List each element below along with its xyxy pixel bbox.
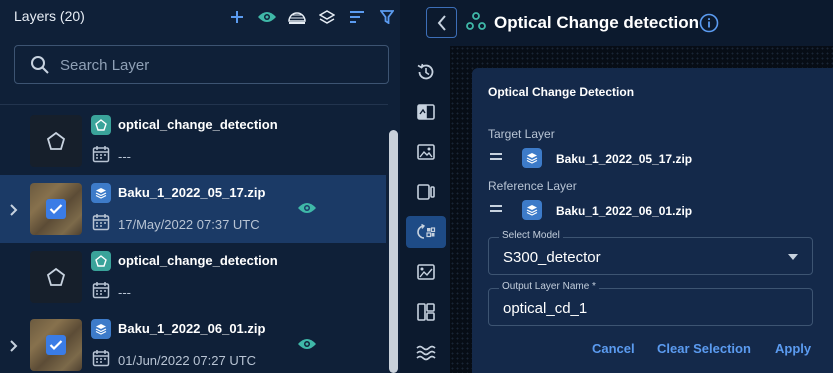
reference-layer-item[interactable]: Baku_1_2022_06_01.zip: [490, 198, 810, 222]
layer-date: 17/May/2022 07:37 UTC: [118, 217, 260, 232]
target-layer-name: Baku_1_2022_05_17.zip: [556, 152, 693, 166]
model-select-label: Select Model: [499, 230, 563, 241]
layout-icon[interactable]: [406, 296, 446, 328]
layers-header: Layers (20): [0, 0, 400, 34]
calendar-icon: [92, 349, 110, 372]
panel-topbar: Optical Change detection: [400, 0, 833, 46]
layers-title: Layers (20): [14, 8, 85, 24]
layer-name: optical_change_detection: [118, 253, 278, 268]
eye-icon[interactable]: [297, 337, 317, 356]
image-settings-icon[interactable]: [406, 256, 446, 288]
search-icon: [30, 55, 50, 80]
layer-row[interactable]: Baku_1_2022_06_01.zip 01/Jun/2022 07:27 …: [0, 311, 386, 373]
model-select-value: S300_detector: [503, 249, 601, 266]
waves-icon[interactable]: [406, 336, 446, 368]
vector-layer-icon: [91, 251, 111, 271]
drag-handle-icon[interactable]: [490, 205, 502, 215]
eye-icon[interactable]: [297, 201, 317, 220]
output-layer-name-field[interactable]: Output Layer Name * optical_cd_1: [488, 281, 813, 326]
chevron-right-icon[interactable]: [9, 339, 21, 352]
polygon-icon: [46, 131, 66, 156]
apply-button[interactable]: Apply: [775, 341, 811, 356]
raster-layer-icon: [91, 183, 111, 203]
layer-date: ---: [118, 149, 131, 164]
target-layer-label: Target Layer: [488, 127, 555, 141]
change-detection-dialog: Optical Change Detection Target Layer Ba…: [472, 68, 833, 373]
page-title: Optical Change detection: [494, 13, 699, 32]
history-icon[interactable]: [406, 56, 446, 88]
search-placeholder: Search Layer: [60, 57, 150, 74]
layer-thumbnail: [30, 319, 82, 371]
dialog-title: Optical Change Detection: [488, 85, 635, 99]
layer-thumbnail: [30, 183, 82, 235]
back-button[interactable]: [426, 7, 457, 38]
cancel-button[interactable]: Cancel: [592, 341, 635, 356]
app-root: Layers (20) Search Layer optical_change_…: [0, 0, 833, 373]
layers-stack-icon[interactable]: [316, 6, 338, 28]
split-view-icon[interactable]: [406, 176, 446, 208]
calendar-icon: [92, 145, 110, 168]
layers-panel: Layers (20) Search Layer optical_change_…: [0, 0, 400, 373]
layer-thumbnail: [30, 115, 82, 167]
chevron-left-icon: [437, 14, 446, 31]
change-detection-icon: [466, 11, 486, 36]
chevron-right-icon[interactable]: [9, 203, 21, 216]
sort-icon[interactable]: [346, 6, 368, 28]
layer-checkbox[interactable]: [46, 199, 66, 219]
layers-toolbar: [226, 6, 398, 28]
output-layer-name-value: optical_cd_1: [503, 300, 588, 317]
change-detection-tool-icon[interactable]: [406, 216, 446, 248]
scrollbar-thumb[interactable]: [389, 130, 398, 373]
caret-down-icon: [788, 254, 798, 260]
raster-layer-icon: [522, 148, 542, 168]
layer-row[interactable]: optical_change_detection ---: [0, 243, 386, 311]
layer-date: 01/Jun/2022 07:27 UTC: [118, 353, 257, 368]
layer-row[interactable]: optical_change_detection ---: [0, 107, 386, 175]
compare-icon[interactable]: [406, 96, 446, 128]
calendar-icon: [92, 213, 110, 236]
layer-name: Baku_1_2022_05_17.zip: [118, 185, 266, 200]
target-layer-item[interactable]: Baku_1_2022_05_17.zip: [490, 146, 810, 170]
layer-checkbox[interactable]: [46, 335, 66, 355]
layer-thumbnail: [30, 251, 82, 303]
clear-selection-button[interactable]: Clear Selection: [657, 341, 751, 356]
calendar-icon: [92, 281, 110, 304]
polygon-icon: [46, 267, 66, 292]
model-select[interactable]: Select Model S300_detector: [488, 230, 813, 275]
reference-layer-name: Baku_1_2022_06_01.zip: [556, 204, 693, 218]
vector-layer-icon: [91, 115, 111, 135]
image-icon[interactable]: [406, 136, 446, 168]
eye-icon[interactable]: [256, 6, 278, 28]
filter-icon[interactable]: [376, 6, 398, 28]
layer-date: ---: [118, 285, 131, 300]
layer-row[interactable]: Baku_1_2022_05_17.zip 17/May/2022 07:37 …: [0, 175, 386, 243]
raster-layer-icon: [91, 319, 111, 339]
drag-handle-icon[interactable]: [490, 153, 502, 163]
output-layer-name-label: Output Layer Name *: [499, 281, 599, 292]
add-icon[interactable]: [226, 6, 248, 28]
info-icon[interactable]: [699, 13, 719, 38]
reference-layer-label: Reference Layer: [488, 179, 577, 193]
search-input[interactable]: Search Layer: [14, 45, 389, 84]
raster-layer-icon: [522, 200, 542, 220]
layer-name: optical_change_detection: [118, 117, 278, 132]
layer-name: Baku_1_2022_06_01.zip: [118, 321, 266, 336]
divider: [0, 104, 388, 105]
layer-compare-icon[interactable]: [286, 6, 308, 28]
